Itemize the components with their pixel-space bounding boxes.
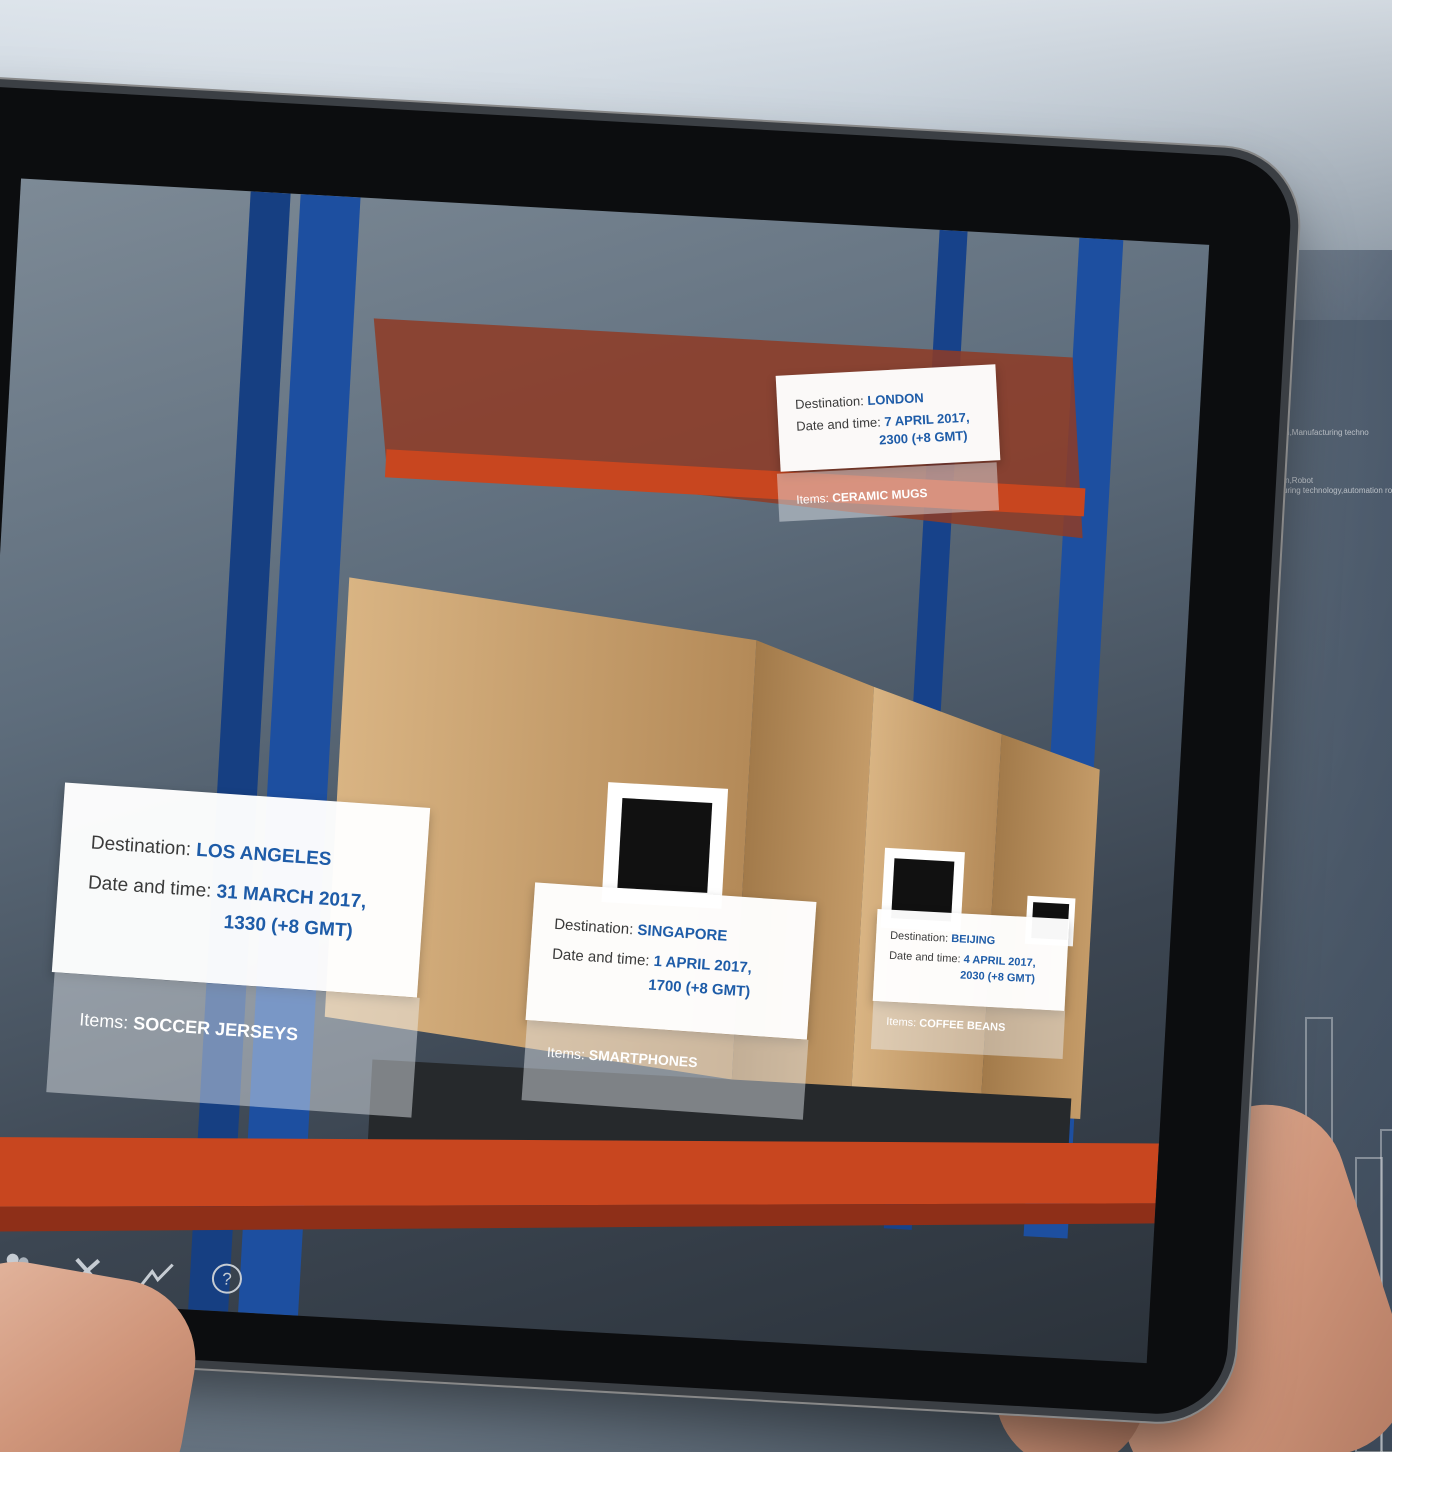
photo-scene: automation automation,Manufacturing tech…: [0, 0, 1392, 1452]
ar-label-card[interactable]: Destination: BEIJING Date and time: 4 AP…: [872, 909, 1070, 1011]
svg-text:?: ?: [222, 1269, 233, 1288]
help-icon[interactable]: ?: [209, 1261, 245, 1297]
ar-label-footer: Items: COFFEE BEANS: [870, 1001, 1066, 1059]
ar-label-footer: Items: SOCCER JERSEYS: [46, 972, 420, 1118]
ar-label-card[interactable]: Destination: SINGAPORE Date and time: 1 …: [525, 882, 817, 1040]
tablet-device: ?: [0, 82, 1295, 1418]
ar-label-card[interactable]: Destination: LONDON Date and time: 7 APR…: [775, 364, 1001, 472]
ar-label-card[interactable]: Destination: LOS ANGELES Date and time: …: [51, 782, 431, 998]
tablet-screen: ?: [0, 178, 1210, 1364]
warehouse-shelf-illustration: [0, 191, 1159, 1316]
